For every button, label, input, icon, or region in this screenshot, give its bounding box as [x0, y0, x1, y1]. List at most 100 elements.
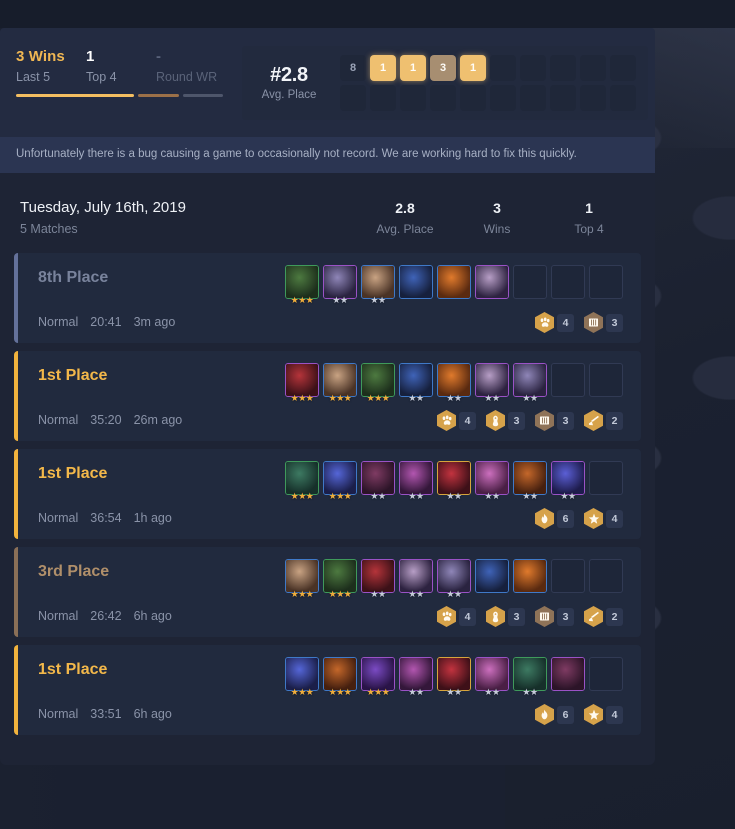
champion-portrait[interactable] [513, 559, 547, 593]
placement-box-empty[interactable] [340, 85, 366, 111]
champion-portrait[interactable]: ★★★ [285, 657, 319, 697]
champion-portrait[interactable]: ★★ [361, 461, 395, 501]
champion-portrait[interactable]: ★★★ [361, 657, 395, 697]
champion-portrait[interactable] [475, 559, 509, 593]
champion-portrait[interactable]: ★★ [399, 657, 433, 697]
placement-box-empty[interactable] [550, 55, 576, 81]
trait-item[interactable]: 2 [584, 606, 623, 627]
placement-box-1[interactable]: 1 [400, 55, 426, 81]
trait-item[interactable]: 6 [535, 704, 574, 725]
trait-item[interactable]: 4 [437, 410, 476, 431]
champion-portrait[interactable]: ★★ [399, 559, 433, 599]
placement-box-1[interactable]: 1 [370, 55, 396, 81]
placement-box-8[interactable]: 8 [340, 55, 366, 81]
placement-box-1[interactable]: 1 [460, 55, 486, 81]
day-stat-label: Wins [483, 222, 511, 236]
trait-item[interactable]: 4 [437, 606, 476, 627]
placement-box-empty[interactable] [460, 85, 486, 111]
match-row[interactable]: 8th Place Normal 20:41 3m ago ★★★ ★★ ★★ 4 3 [14, 253, 641, 343]
day-match-count: 5 Matches [20, 222, 78, 236]
champion-portrait[interactable] [551, 657, 585, 691]
placement-box-empty[interactable] [490, 85, 516, 111]
champion-portrait[interactable]: ★★★ [323, 657, 357, 697]
champion-portrait[interactable]: ★★★ [285, 363, 319, 403]
champion-slot-empty [551, 363, 585, 397]
champion-portrait[interactable]: ★★ [361, 265, 395, 305]
placement-box-empty[interactable] [580, 55, 606, 81]
trait-item[interactable]: 4 [584, 508, 623, 529]
champion-portrait[interactable]: ★★ [513, 461, 547, 501]
streak-stat-round-wr[interactable]: - Round WR [156, 48, 226, 88]
trait-item[interactable]: 4 [535, 312, 574, 333]
placement-box-empty[interactable] [370, 85, 396, 111]
trait-item[interactable]: 6 [535, 508, 574, 529]
placement-box-empty[interactable] [520, 55, 546, 81]
champion-portrait[interactable]: ★★ [437, 559, 471, 599]
match-queue-type: Normal [38, 609, 79, 623]
champion-portrait[interactable]: ★★★ [361, 363, 395, 403]
champion-portrait[interactable]: ★★ [475, 657, 509, 697]
champion-portrait[interactable] [475, 265, 509, 299]
champion-portrait[interactable]: ★★★ [323, 461, 357, 501]
champion-star-level: ★★ [370, 295, 386, 305]
trait-list: 43 [535, 312, 623, 333]
champion-art [476, 658, 508, 690]
trait-count: 3 [557, 411, 574, 430]
champion-portrait[interactable]: ★★ [361, 559, 395, 599]
placement-box-empty[interactable] [400, 85, 426, 111]
champion-portrait[interactable]: ★★ [475, 461, 509, 501]
placement-box-empty[interactable] [490, 55, 516, 81]
bug-notice-banner: Unfortunately there is a bug causing a g… [0, 137, 655, 173]
champion-portrait[interactable]: ★★★ [285, 461, 319, 501]
match-row[interactable]: 1st Place Normal 33:51 6h ago ★★★ ★★★ ★★★ ★★ ★★ ★… [14, 645, 641, 735]
trait-count: 4 [606, 509, 623, 528]
champion-art [324, 266, 356, 298]
placement-box-empty[interactable] [610, 55, 636, 81]
champion-portrait[interactable]: ★★★ [323, 559, 357, 599]
match-row[interactable]: 1st Place Normal 35:20 26m ago ★★★ ★★★ ★★★ ★★ ★★… [14, 351, 641, 441]
trait-item[interactable]: 3 [535, 606, 574, 627]
blade-icon [584, 410, 603, 431]
match-queue-type: Normal [38, 315, 79, 329]
placement-box-empty[interactable] [610, 85, 636, 111]
champion-portrait[interactable]: ★★ [513, 363, 547, 403]
champion-portrait[interactable] [399, 265, 433, 299]
placement-box-empty[interactable] [430, 85, 456, 111]
trait-item[interactable]: 2 [584, 410, 623, 431]
streak-stat-last5[interactable]: 3 Wins Last 5 [16, 48, 86, 88]
streak-stat-top4[interactable]: 1 Top 4 [86, 48, 156, 88]
champion-art [514, 364, 546, 396]
match-row[interactable]: 3rd Place Normal 26:42 6h ago ★★★ ★★★ ★★ ★★ ★★ 4 3… [14, 547, 641, 637]
match-row[interactable]: 1st Place Normal 36:54 1h ago ★★★ ★★★ ★★ ★★ ★★ ★★… [14, 449, 641, 539]
trait-item[interactable]: 4 [584, 704, 623, 725]
placement-box-empty[interactable] [550, 85, 576, 111]
champion-portrait[interactable]: ★★★ [323, 363, 357, 403]
champion-portrait[interactable]: ★★ [437, 363, 471, 403]
placement-box-empty[interactable] [580, 85, 606, 111]
champion-portrait[interactable]: ★★ [437, 657, 471, 697]
champion-star-level: ★★★ [290, 393, 314, 403]
champion-portrait[interactable]: ★★ [399, 363, 433, 403]
trait-item[interactable]: 3 [486, 410, 525, 431]
champion-star-level: ★★★ [366, 393, 390, 403]
placement-box-empty[interactable] [520, 85, 546, 111]
champion-portrait[interactable]: ★★ [551, 461, 585, 501]
champion-art [438, 658, 470, 690]
streak-label: Round WR [156, 70, 218, 84]
trait-item[interactable]: 3 [535, 410, 574, 431]
champion-art [438, 462, 470, 494]
champion-portrait[interactable]: ★★ [323, 265, 357, 305]
champion-portrait[interactable]: ★★ [437, 461, 471, 501]
summary-card: 3 Wins Last 5 1 Top 4 - Round WR #2.8 Av… [0, 28, 655, 137]
trait-item[interactable]: 3 [584, 312, 623, 333]
champion-portrait[interactable]: ★★ [513, 657, 547, 697]
avg-place-label: Avg. Place [261, 88, 317, 101]
champion-portrait[interactable]: ★★★ [285, 559, 319, 599]
paw-icon [535, 312, 554, 333]
champion-portrait[interactable]: ★★★ [285, 265, 319, 305]
placement-box-3[interactable]: 3 [430, 55, 456, 81]
champion-portrait[interactable]: ★★ [399, 461, 433, 501]
trait-item[interactable]: 3 [486, 606, 525, 627]
champion-portrait[interactable] [437, 265, 471, 299]
champion-portrait[interactable]: ★★ [475, 363, 509, 403]
